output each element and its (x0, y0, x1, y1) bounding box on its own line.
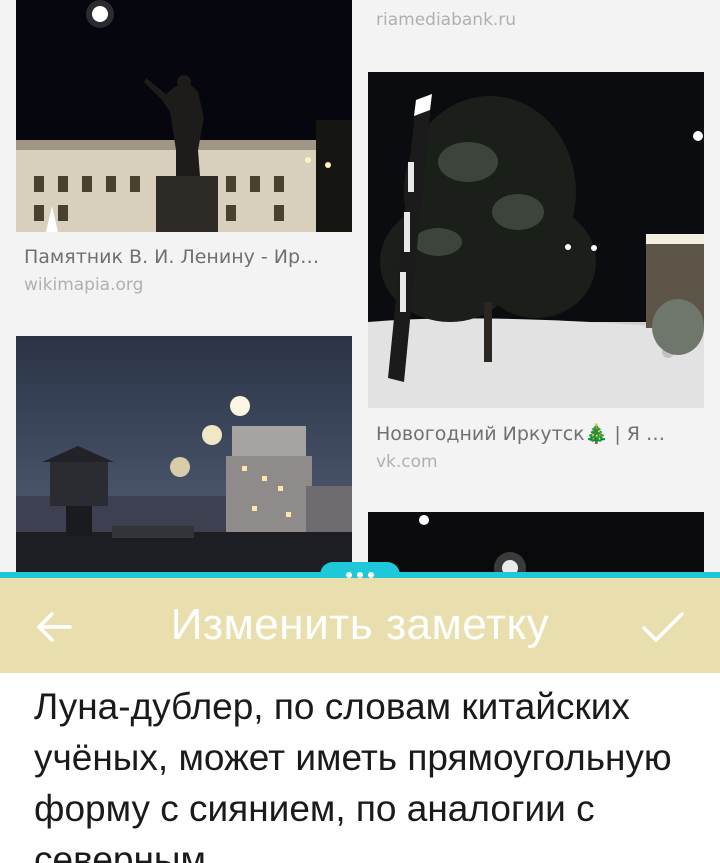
result-image-new-year-irkutsk[interactable] (368, 72, 704, 408)
result-title[interactable]: Новогодний Иркутск🎄 | Я … (376, 422, 665, 445)
note-editor[interactable]: Луна-дублер, по словам китайских учёных,… (0, 673, 720, 863)
result-image-partial[interactable] (368, 512, 704, 572)
result-image-lenin-monument[interactable] (16, 0, 352, 232)
image-search-results[interactable]: Памятник В. И. Ленину - Ир… wikimapia.or… (0, 0, 720, 575)
toolbar-title: Изменить заметку (170, 600, 550, 649)
result-card-moons[interactable] (16, 336, 352, 572)
result-title[interactable]: Памятник В. И. Ленину - Ир… (24, 246, 319, 268)
edit-note-toolbar: Изменить заметку (0, 578, 720, 673)
result-card-irkutsk[interactable]: Новогодний Иркутск🎄 | Я … vk.com (368, 72, 704, 482)
result-image-multiple-moons[interactable] (16, 336, 352, 572)
result-source: vk.com (376, 452, 438, 472)
checkmark-icon (642, 612, 684, 642)
note-text[interactable]: Луна-дублер, по словам китайских учёных,… (34, 681, 694, 863)
result-card-lenin[interactable]: Памятник В. И. Ленину - Ир… wikimapia.or… (16, 0, 352, 300)
result-card-riamediabank[interactable]: riamediabank.ru (368, 0, 704, 40)
result-source: riamediabank.ru (376, 10, 517, 30)
result-card-partial[interactable] (368, 512, 704, 572)
save-button[interactable] (636, 602, 690, 652)
result-source: wikimapia.org (24, 275, 144, 295)
